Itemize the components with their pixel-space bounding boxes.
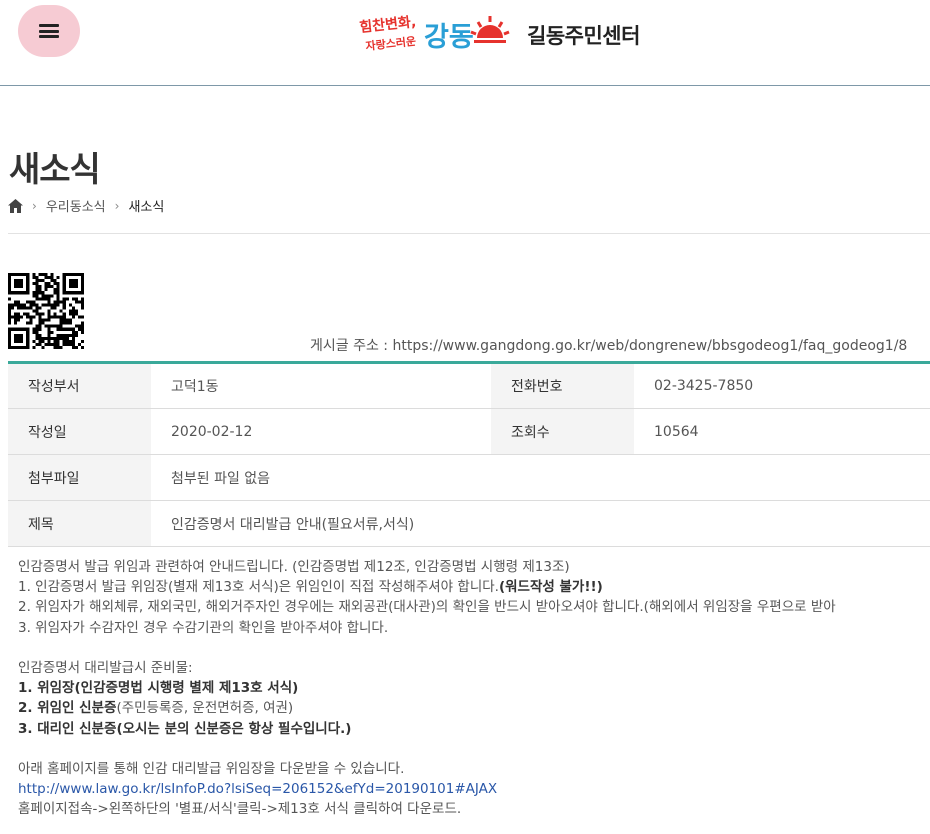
- body-line: 3. 위임자가 수감자인 경우 수감기관의 확인을 받아주셔야 합니다.: [18, 619, 389, 636]
- post-info-table: 작성부서 고덕1동 전화번호 02-3425-7850 작성일 2020-02-…: [8, 361, 930, 547]
- body-emphasis: (오시는 분의 신분증은 항상 필수입니다.): [116, 720, 352, 737]
- body-text: 1. 인감증명서 발급 위임장(별재 제13호 서식)은 위임인이 직접 작성해…: [18, 579, 499, 596]
- site-name[interactable]: 길동주민센터: [527, 20, 640, 50]
- breadcrumb-item-news-category[interactable]: 우리동소식: [46, 196, 106, 215]
- qr-code-icon: [8, 273, 84, 349]
- body-emphasis: (워드작성 불가!!): [498, 579, 603, 596]
- home-icon[interactable]: [8, 198, 23, 213]
- body-line: 1. 인감증명서 발급 위임장(별재 제13호 서식)은 위임인이 직접 작성해…: [18, 577, 930, 597]
- chevron-right-icon: ›: [114, 198, 120, 213]
- post-url[interactable]: https://www.gangdong.go.kr/web/dongrenew…: [392, 338, 907, 354]
- dept-value: 고덕1동: [151, 362, 491, 409]
- table-row: 작성부서 고덕1동 전화번호 02-3425-7850: [8, 362, 930, 409]
- views-label: 조회수: [491, 408, 634, 455]
- chevron-right-icon: ›: [32, 198, 37, 213]
- breadcrumb-item-current: 새소식: [128, 200, 165, 215]
- body-blank-line: [18, 638, 930, 658]
- gangdong-logo[interactable]: 힘찬변화, 자랑스러운 강동: [358, 12, 512, 60]
- subject-label: 제목: [8, 500, 151, 547]
- phone-value: 02-3425-7850: [634, 362, 930, 409]
- date-value: 2020-02-12: [151, 408, 491, 455]
- body-emphasis: 3. 대리인 신분증: [18, 720, 117, 737]
- body-emphasis: 2. 위임인 신분증: [18, 700, 117, 717]
- sun-icon: [470, 16, 510, 43]
- body-text: (주민등록증, 운전면허증, 여권): [116, 700, 294, 717]
- body-line: 1. 위임장(인감증명법 시행령 별제 제13호 서식): [18, 678, 930, 698]
- views-value: 10564: [634, 408, 930, 455]
- menu-button[interactable]: [18, 5, 80, 57]
- logo-slogan-bottom: 자랑스러운: [365, 34, 417, 53]
- logo-name: 강동: [424, 22, 474, 53]
- post-body: 인감증명서 발급 위임과 관련하여 안내드립니다. (인감증명법 제12조, 인…: [18, 557, 930, 820]
- body-line: 2. 위임자가 해외체류, 재외국민, 해외거주자인 경우에는 재외공관(대사관…: [18, 599, 836, 616]
- subject-value: 인감증명서 대리발급 안내(필요서류,서식): [151, 500, 930, 547]
- body-line: 홈페이지접속->왼쪽하단의 '별표/서식'클릭->제13호 서식 클릭하여 다운…: [18, 801, 462, 818]
- table-row: 제목 인감증명서 대리발급 안내(필요서류,서식): [8, 500, 930, 547]
- breadcrumb: › 우리동소식 › 새소식: [8, 196, 164, 215]
- page-title: 새소식: [9, 150, 101, 190]
- body-line: http://www.law.go.kr/lsInfoP.do?lsiSeq=2…: [18, 779, 930, 799]
- body-line: 인감증명서 대리발급시 준비물:: [18, 660, 193, 676]
- phone-label: 전화번호: [491, 362, 634, 409]
- post-url-line: 게시글 주소 : https://www.gangdong.go.kr/web/…: [310, 335, 930, 355]
- attachment-label: 첨부파일: [8, 454, 151, 501]
- body-emphasis: 1. 위임장(인감증명법 시행령 별제 제13호 서식): [18, 680, 299, 697]
- logo-slogan-top: 힘찬변화,: [359, 13, 417, 36]
- table-row: 작성일 2020-02-12 조회수 10564: [8, 408, 930, 455]
- body-line: 아래 홈페이지를 통해 인감 대리발급 위임장을 다운받을 수 있습니다.: [18, 761, 405, 777]
- hamburger-icon: [39, 24, 59, 38]
- post-url-label: 게시글 주소 :: [310, 338, 389, 354]
- body-line: 3. 대리인 신분증(오시는 분의 신분증은 항상 필수입니다.): [18, 719, 930, 739]
- attachment-value: 첨부된 파일 없음: [151, 454, 930, 501]
- law-site-link[interactable]: http://www.law.go.kr/lsInfoP.do?lsiSeq=2…: [18, 781, 497, 797]
- site-header: 힘찬변화, 자랑스러운 강동 길동주민센터: [0, 0, 930, 86]
- date-label: 작성일: [8, 408, 151, 455]
- body-line: 2. 위임인 신분증(주민등록증, 운전면허증, 여권): [18, 698, 930, 718]
- table-row: 첨부파일 첨부된 파일 없음: [8, 454, 930, 501]
- body-blank-line: [18, 739, 930, 759]
- body-line: 인감증명서 발급 위임과 관련하여 안내드립니다. (인감증명법 제12조, 인…: [18, 559, 570, 575]
- dept-label: 작성부서: [8, 362, 151, 409]
- title-divider: [8, 233, 930, 234]
